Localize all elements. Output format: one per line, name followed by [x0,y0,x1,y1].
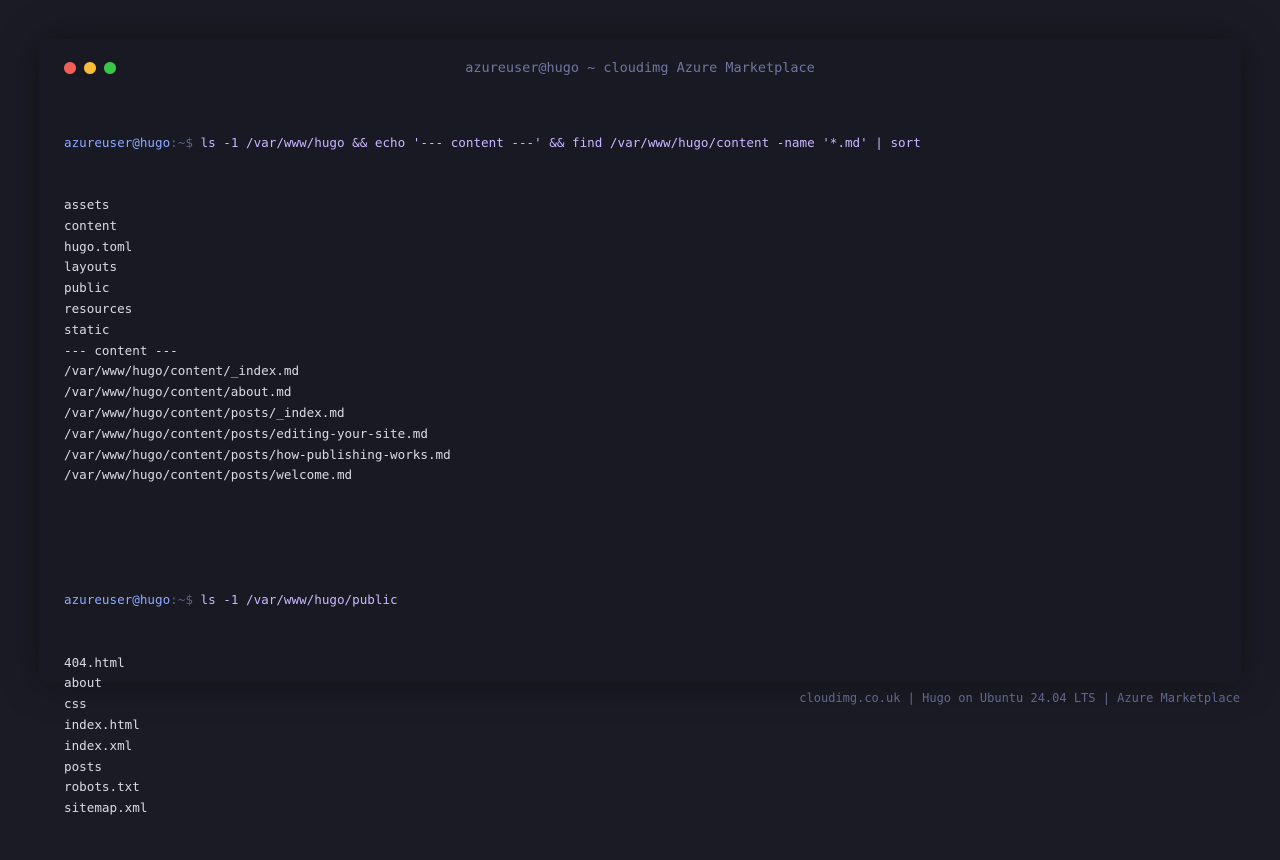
prompt-user: azureuser@hugo [64,134,171,150]
output-line: 404.html [64,654,125,670]
output-line: layouts [64,259,118,275]
output-line: /var/www/hugo/content/posts/how-publishi… [64,446,451,462]
output-line: resources [64,300,133,316]
output-line: hugo.toml [64,238,133,254]
prompt-path: :~$ [170,134,201,150]
output-line: assets [64,196,110,212]
terminal-window: azureuser@hugo ~ cloudimg Azure Marketpl… [40,40,1240,815]
output-line: sitemap.xml [64,800,148,816]
window-title: azureuser@hugo ~ cloudimg Azure Marketpl… [465,60,815,76]
prompt-path: :~$ [170,592,201,608]
output-line: /var/www/hugo/content/about.md [64,384,292,400]
prompt-user: azureuser@hugo [64,592,171,608]
terminal-output[interactable]: azureuser@hugo:~$ ls -1 /var/www/hugo &&… [64,91,1214,860]
footer-caption: cloudimg.co.uk | Hugo on Ubuntu 24.04 LT… [799,691,1240,705]
output-line: /var/www/hugo/content/posts/_index.md [64,404,345,420]
command-text: ls -1 /var/www/hugo/public [200,592,398,608]
output-line: /var/www/hugo/content/posts/editing-your… [64,425,428,441]
output-line: index.xml [64,737,133,753]
output-line: /var/www/hugo/content/posts/welcome.md [64,467,353,483]
output-line: --- content --- [64,342,178,358]
command-line: azureuser@hugo:~$ ls -1 /var/www/hugo &&… [64,133,1214,154]
output-line: /var/www/hugo/content/_index.md [64,363,300,379]
output-line: static [64,321,110,337]
command-output: assets content hugo.toml layouts public resou… [64,195,1214,486]
output-line: robots.txt [64,779,140,795]
output-line: posts [64,758,102,774]
command-text: ls -1 /var/www/hugo && echo '--- content… [200,134,921,150]
command-output: 404.html about css index.html index.xml posts… [64,653,1214,819]
output-line: public [64,280,110,296]
command-line: azureuser@hugo:~$ ls -1 /var/www/hugo/pu… [64,590,1214,611]
title-bar: azureuser@hugo ~ cloudimg Azure Marketpl… [40,40,1240,96]
output-line: index.html [64,716,140,732]
output-line: content [64,217,118,233]
